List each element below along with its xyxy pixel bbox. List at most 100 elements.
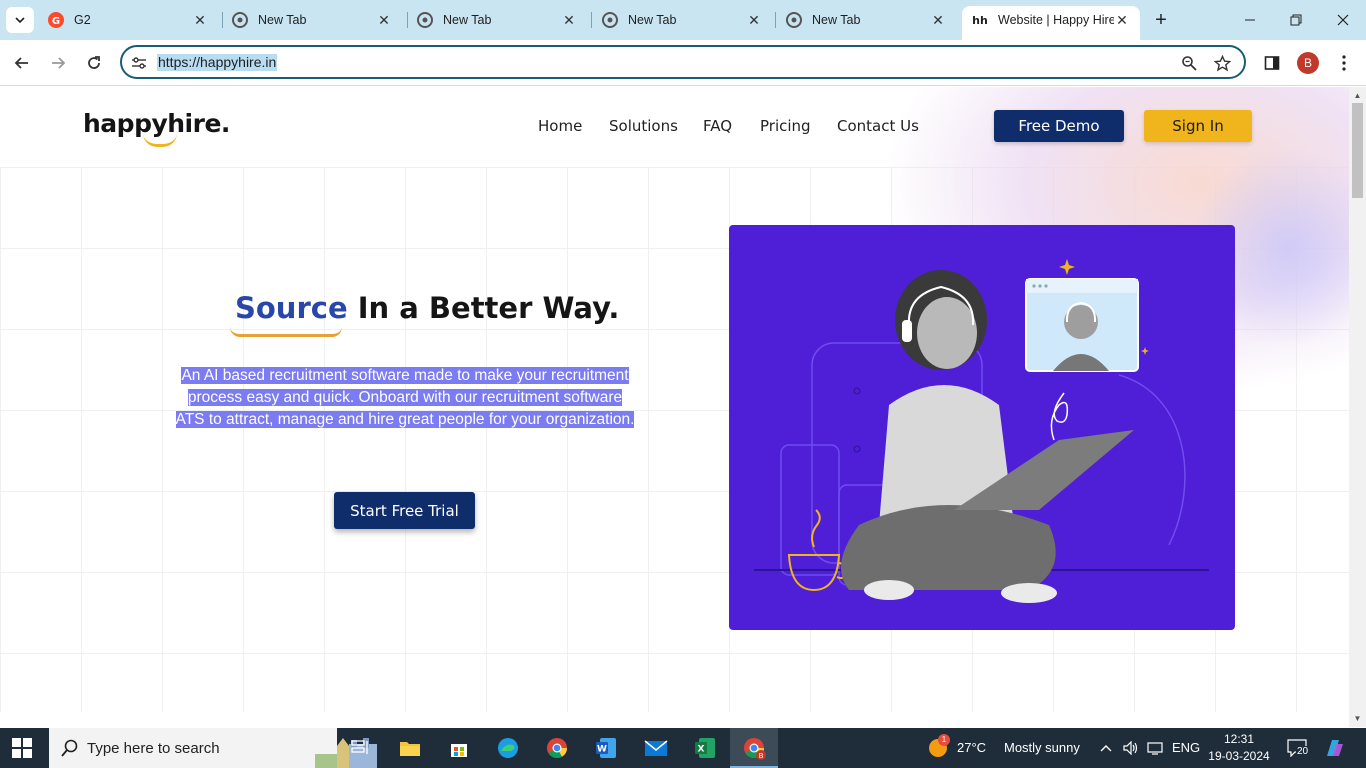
chrome-profile-icon: B xyxy=(744,738,766,760)
tab-title: New Tab xyxy=(443,13,492,27)
zoom-icon[interactable] xyxy=(1180,54,1198,72)
profile-avatar[interactable]: B xyxy=(1297,52,1319,74)
system-clock[interactable]: 12:31 19-03-2024 xyxy=(1208,731,1270,765)
headline-rest: In a Better Way. xyxy=(347,291,620,325)
edge-browser-icon[interactable] xyxy=(494,734,522,762)
file-explorer-icon[interactable] xyxy=(396,734,424,762)
clock-date: 19-03-2024 xyxy=(1208,749,1270,763)
forward-arrow-icon xyxy=(52,57,66,69)
hero-description: An AI based recruitment software made to… xyxy=(172,365,638,431)
tab-happyhire[interactable]: hh Website | Happy Hire ✕ xyxy=(962,6,1140,40)
nav-home[interactable]: Home xyxy=(538,117,582,135)
tab-new-4[interactable]: New Tab ✕ xyxy=(776,6,956,34)
speaker-icon[interactable] xyxy=(1118,734,1144,762)
scroll-down-icon[interactable]: ▼ xyxy=(1353,714,1362,723)
tab-title: Website | Happy Hire xyxy=(998,13,1114,27)
nav-faq[interactable]: FAQ xyxy=(703,117,732,135)
mail-icon[interactable] xyxy=(642,734,670,762)
menu-button[interactable] xyxy=(1331,50,1357,76)
free-demo-button[interactable]: Free Demo xyxy=(994,110,1124,142)
chrome-favicon-icon xyxy=(417,12,433,28)
happyhire-favicon-icon: hh xyxy=(972,13,988,27)
language-indicator[interactable]: ENG xyxy=(1172,740,1200,755)
minimize-icon[interactable] xyxy=(1238,8,1262,32)
clock-time: 12:31 xyxy=(1223,732,1255,746)
chevron-down-icon xyxy=(15,17,25,24)
tab-new-3[interactable]: New Tab ✕ xyxy=(592,6,772,34)
microsoft-store-icon[interactable] xyxy=(445,734,473,762)
chrome-favicon-icon xyxy=(232,12,248,28)
new-tab-button[interactable]: + xyxy=(1150,9,1172,31)
back-button[interactable] xyxy=(9,50,35,76)
hero-illustration xyxy=(729,225,1235,630)
tab-new-1[interactable]: New Tab ✕ xyxy=(222,6,402,34)
address-bar[interactable]: https://happyhire.in xyxy=(120,45,1246,79)
notification-icon[interactable]: 20 xyxy=(1284,734,1310,762)
chrome-profile-active-task[interactable]: B xyxy=(730,728,778,768)
restore-icon[interactable] xyxy=(1284,8,1308,32)
copilot-icon[interactable] xyxy=(1320,734,1348,762)
scroll-thumb[interactable] xyxy=(1352,103,1363,198)
browser-toolbar: https://happyhire.in B xyxy=(0,40,1366,86)
headline-underline xyxy=(230,327,342,337)
close-tab-icon[interactable]: ✕ xyxy=(746,12,762,28)
close-tab-icon[interactable]: ✕ xyxy=(1114,12,1130,28)
chrome-icon[interactable] xyxy=(543,734,571,762)
tab-title: New Tab xyxy=(812,13,861,27)
hero-headline: Source In a Better Way. xyxy=(235,291,619,325)
search-icon xyxy=(61,739,78,757)
url-text[interactable]: https://happyhire.in xyxy=(157,54,278,71)
tab-title: New Tab xyxy=(628,13,677,27)
search-placeholder: Type here to search xyxy=(87,739,220,757)
hero-description-text: An AI based recruitment software made to… xyxy=(175,367,635,428)
close-tab-icon[interactable]: ✕ xyxy=(376,12,392,28)
weather-temperature[interactable]: 27°C xyxy=(957,740,986,755)
close-tab-icon[interactable]: ✕ xyxy=(930,12,946,28)
network-icon[interactable] xyxy=(1142,734,1168,762)
svg-text:W: W xyxy=(597,745,607,755)
taskbar-search-box[interactable]: Type here to search xyxy=(49,728,377,768)
g2-favicon-icon: G xyxy=(48,12,64,28)
tab-new-2[interactable]: New Tab ✕ xyxy=(407,6,587,34)
headline-accent: Source xyxy=(235,291,348,325)
tab-search-button[interactable] xyxy=(6,7,34,33)
chrome-favicon-icon xyxy=(786,12,802,28)
tab-title: New Tab xyxy=(258,13,307,27)
svg-text:G: G xyxy=(52,16,60,27)
task-view-icon[interactable] xyxy=(346,734,374,762)
weather-icon[interactable]: 1 xyxy=(926,734,950,760)
site-settings-icon[interactable] xyxy=(130,54,148,72)
page-viewport: happyhire. Home Solutions FAQ Pricing Co… xyxy=(0,87,1349,727)
close-window-icon[interactable] xyxy=(1331,8,1355,32)
svg-text:B: B xyxy=(759,752,764,760)
nav-contact-us[interactable]: Contact Us xyxy=(837,117,919,135)
tab-g2[interactable]: G G2 ✕ xyxy=(38,6,218,34)
close-tab-icon[interactable]: ✕ xyxy=(192,12,208,28)
side-panel-icon xyxy=(1264,56,1280,70)
bookmark-star-icon[interactable] xyxy=(1213,54,1231,72)
scroll-up-icon[interactable]: ▲ xyxy=(1353,91,1362,100)
logo-smile-mark xyxy=(143,133,177,147)
nav-pricing[interactable]: Pricing xyxy=(760,117,811,135)
side-panel-button[interactable] xyxy=(1259,50,1285,76)
windows-taskbar: Type here to search W X B 1 27°C Mostly xyxy=(0,728,1366,768)
forward-button[interactable] xyxy=(45,50,71,76)
page-scrollbar[interactable]: ▲ ▼ xyxy=(1349,87,1366,727)
close-tab-icon[interactable]: ✕ xyxy=(561,12,577,28)
word-icon[interactable]: W xyxy=(592,734,620,762)
excel-icon[interactable]: X xyxy=(691,734,719,762)
weather-condition[interactable]: Mostly sunny xyxy=(1004,740,1080,755)
nav-solutions[interactable]: Solutions xyxy=(609,117,678,135)
chevron-up-icon[interactable] xyxy=(1093,734,1119,762)
sign-in-button[interactable]: Sign In xyxy=(1144,110,1252,142)
tab-strip: G G2 ✕ New Tab ✕ New Tab ✕ New Tab ✕ New… xyxy=(0,0,1366,40)
chrome-favicon-icon xyxy=(602,12,618,28)
kebab-menu-icon xyxy=(1342,55,1346,71)
weather-badge: 1 xyxy=(938,734,950,746)
start-free-trial-button[interactable]: Start Free Trial xyxy=(334,492,475,529)
notification-count: 20 xyxy=(1296,746,1310,757)
svg-text:X: X xyxy=(698,745,705,755)
tab-title: G2 xyxy=(74,13,91,27)
reload-button[interactable] xyxy=(81,50,107,76)
windows-start-icon[interactable] xyxy=(12,738,32,758)
